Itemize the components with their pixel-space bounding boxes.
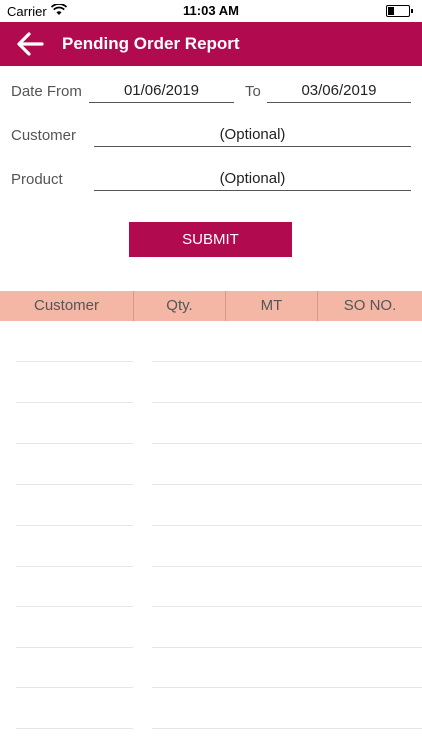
row-divider (152, 402, 422, 403)
date-from-label: Date From (11, 83, 82, 100)
row-divider (152, 443, 422, 444)
row-divider (16, 484, 133, 485)
page-title: Pending Order Report (62, 34, 240, 53)
column-header-qty: Qty. (134, 291, 226, 321)
date-from-field[interactable]: 01/06/2019 (89, 80, 234, 103)
date-to-field[interactable]: 03/06/2019 (267, 80, 411, 103)
clock: 11:03 AM (183, 3, 239, 18)
row-divider (152, 484, 422, 485)
arrow-left-icon[interactable] (16, 31, 44, 57)
table-header: Customer Qty. MT SO NO. (0, 291, 422, 321)
customer-label: Customer (11, 127, 77, 144)
product-label: Product (11, 171, 63, 188)
row-divider (16, 606, 133, 607)
row-divider (152, 687, 422, 688)
row-divider (152, 525, 422, 526)
row-divider (16, 687, 133, 688)
row-divider (152, 566, 422, 567)
row-divider (16, 525, 133, 526)
row-divider (16, 728, 133, 729)
row-divider (16, 361, 133, 362)
status-bar: Carrier 11:03 AM (0, 0, 422, 22)
row-divider (16, 566, 133, 567)
submit-button[interactable]: SUBMIT (129, 222, 292, 257)
product-field[interactable]: (Optional) (94, 168, 411, 191)
row-divider (16, 647, 133, 648)
date-to-label: To (245, 83, 261, 100)
battery-icon (386, 5, 413, 17)
row-divider (152, 361, 422, 362)
column-header-mt: MT (226, 291, 318, 321)
column-header-customer: Customer (0, 291, 134, 321)
customer-field[interactable]: (Optional) (94, 124, 411, 147)
column-header-so-no: SO NO. (343, 297, 397, 314)
row-divider (16, 402, 133, 403)
row-divider (152, 728, 422, 729)
row-divider (16, 443, 133, 444)
row-divider (152, 606, 422, 607)
row-divider (152, 647, 422, 648)
app-bar: Pending Order Report (0, 22, 422, 66)
